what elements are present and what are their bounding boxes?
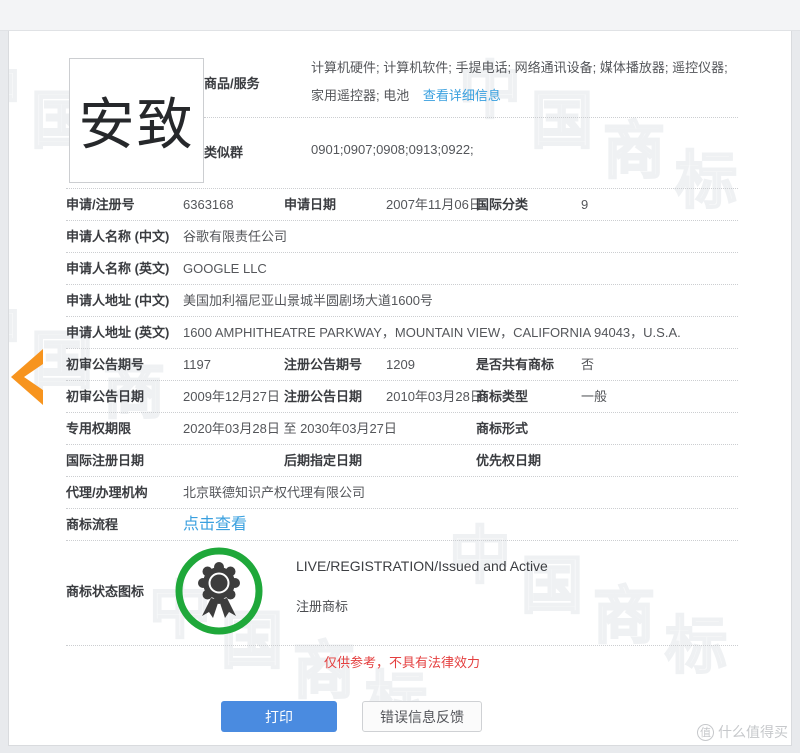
status-subtext: 注册商标: [296, 596, 348, 615]
field-label: 申请人名称 (中文): [66, 221, 169, 253]
field-label: 商标流程: [66, 509, 118, 541]
field-value: 北京联德知识产权代理有限公司: [183, 477, 365, 509]
field-value: 1600 AMPHITHEATRE PARKWAY，MOUNTAIN VIEW，…: [183, 317, 681, 349]
status-row: 商标状态图标: [66, 541, 738, 646]
field-label: 初审公告日期: [66, 381, 144, 413]
similar-group-label: 类似群: [204, 142, 243, 161]
table-row: 申请人地址 (中文) 美国加利福尼亚山景城半圆剧场大道1600号: [66, 285, 738, 317]
field-label: 注册公告期号: [284, 349, 362, 381]
field-label: 专用权期限: [66, 413, 131, 445]
field-label: 申请/注册号: [66, 189, 135, 221]
field-value: 谷歌有限责任公司: [183, 221, 287, 253]
table-row: 申请人名称 (中文) 谷歌有限责任公司: [66, 221, 738, 253]
table-row: 初审公告期号 1197 注册公告期号 1209 是否共有商标 否: [66, 349, 738, 381]
field-label: 申请人地址 (中文): [66, 285, 169, 317]
table-row: 国际注册日期 后期指定日期 优先权日期: [66, 445, 738, 477]
similar-group-value: 0901;0907;0908;0913;0922;: [311, 142, 474, 157]
trademark-image: 安致: [69, 58, 204, 183]
field-label: 申请日期: [284, 189, 336, 221]
field-label: 是否共有商标: [476, 349, 554, 381]
goods-services-label: 商品/服务: [204, 73, 260, 92]
table-row: 申请/注册号 6363168 申请日期 2007年11月06日 国际分类 9: [66, 189, 738, 221]
trademark-detail-panel: 中 国 商 标 中 国 中 国 商 中 国 商 标 中 国 商 标 安致 商品/…: [8, 31, 792, 746]
table-row: 代理/办理机构 北京联德知识产权代理有限公司: [66, 477, 738, 509]
field-value: GOOGLE LLC: [183, 253, 267, 285]
process-view-link[interactable]: 点击查看: [183, 509, 247, 541]
field-label: 国际分类: [476, 189, 528, 221]
field-label: 申请人名称 (英文): [66, 253, 169, 285]
table-row: 申请人地址 (英文) 1600 AMPHITHEATRE PARKWAY，MOU…: [66, 317, 738, 349]
tab-bar: [0, 0, 800, 31]
field-label: 代理/办理机构: [66, 477, 148, 509]
field-label: 注册公告日期: [284, 381, 362, 413]
site-watermark-text: 什么值得买: [718, 722, 788, 742]
site-watermark: 值 什么值得买: [697, 722, 788, 742]
smzdm-logo-icon: 值: [697, 724, 714, 741]
field-label: 申请人地址 (英文): [66, 317, 169, 349]
detail-table: 申请/注册号 6363168 申请日期 2007年11月06日 国际分类 9 申…: [66, 188, 738, 676]
field-label: 商标形式: [476, 413, 528, 445]
table-row: 专用权期限 2020年03月28日 至 2030年03月27日 商标形式: [66, 413, 738, 445]
page: 商标详情 商标流程 中 国 商 标 中 国 中 国 商: [0, 0, 800, 753]
trademark-image-text: 安致: [79, 80, 195, 161]
field-value: 2009年12月27日: [183, 381, 280, 413]
table-row: 商标流程 点击查看: [66, 509, 738, 541]
field-label: 后期指定日期: [284, 445, 362, 477]
collapse-left-arrow-icon[interactable]: [10, 348, 44, 406]
table-row: 初审公告日期 2009年12月27日 注册公告日期 2010年03月28日 商标…: [66, 381, 738, 413]
field-label: 商标类型: [476, 381, 528, 413]
goods-services-value: 计算机硬件; 计算机软件; 手提电话; 网络通讯设备; 媒体播放器; 遥控仪器;…: [311, 54, 741, 110]
status-text: LIVE/REGISTRATION/Issued and Active: [296, 558, 548, 574]
field-label: 优先权日期: [476, 445, 541, 477]
field-label: 国际注册日期: [66, 445, 144, 477]
disclaimer-text: 仅供参考，不具有法律效力: [66, 646, 738, 676]
field-value: 2020年03月28日 至 2030年03月27日: [183, 413, 397, 445]
goods-services-text: 计算机硬件; 计算机软件; 手提电话; 网络通讯设备; 媒体播放器; 遥控仪器;…: [311, 60, 728, 103]
view-detail-link[interactable]: 查看详细信息: [423, 88, 501, 103]
field-value: 美国加利福尼亚山景城半圆剧场大道1600号: [183, 285, 433, 317]
field-value: 2010年03月28日: [386, 381, 483, 413]
table-row: 申请人名称 (英文) GOOGLE LLC: [66, 253, 738, 285]
registered-badge-icon: [174, 546, 264, 636]
error-feedback-button[interactable]: 错误信息反馈: [362, 701, 482, 732]
field-value: 6363168: [183, 189, 234, 221]
field-value: 否: [581, 349, 594, 381]
field-value: 9: [581, 189, 588, 221]
status-icon-label: 商标状态图标: [66, 584, 144, 600]
field-value: 1209: [386, 349, 415, 381]
field-label: 初审公告期号: [66, 349, 144, 381]
separator: [204, 117, 738, 118]
print-button[interactable]: 打印: [221, 701, 337, 732]
field-value: 一般: [581, 381, 607, 413]
field-value: 2007年11月06日: [386, 189, 482, 221]
field-value: 1197: [183, 349, 211, 381]
